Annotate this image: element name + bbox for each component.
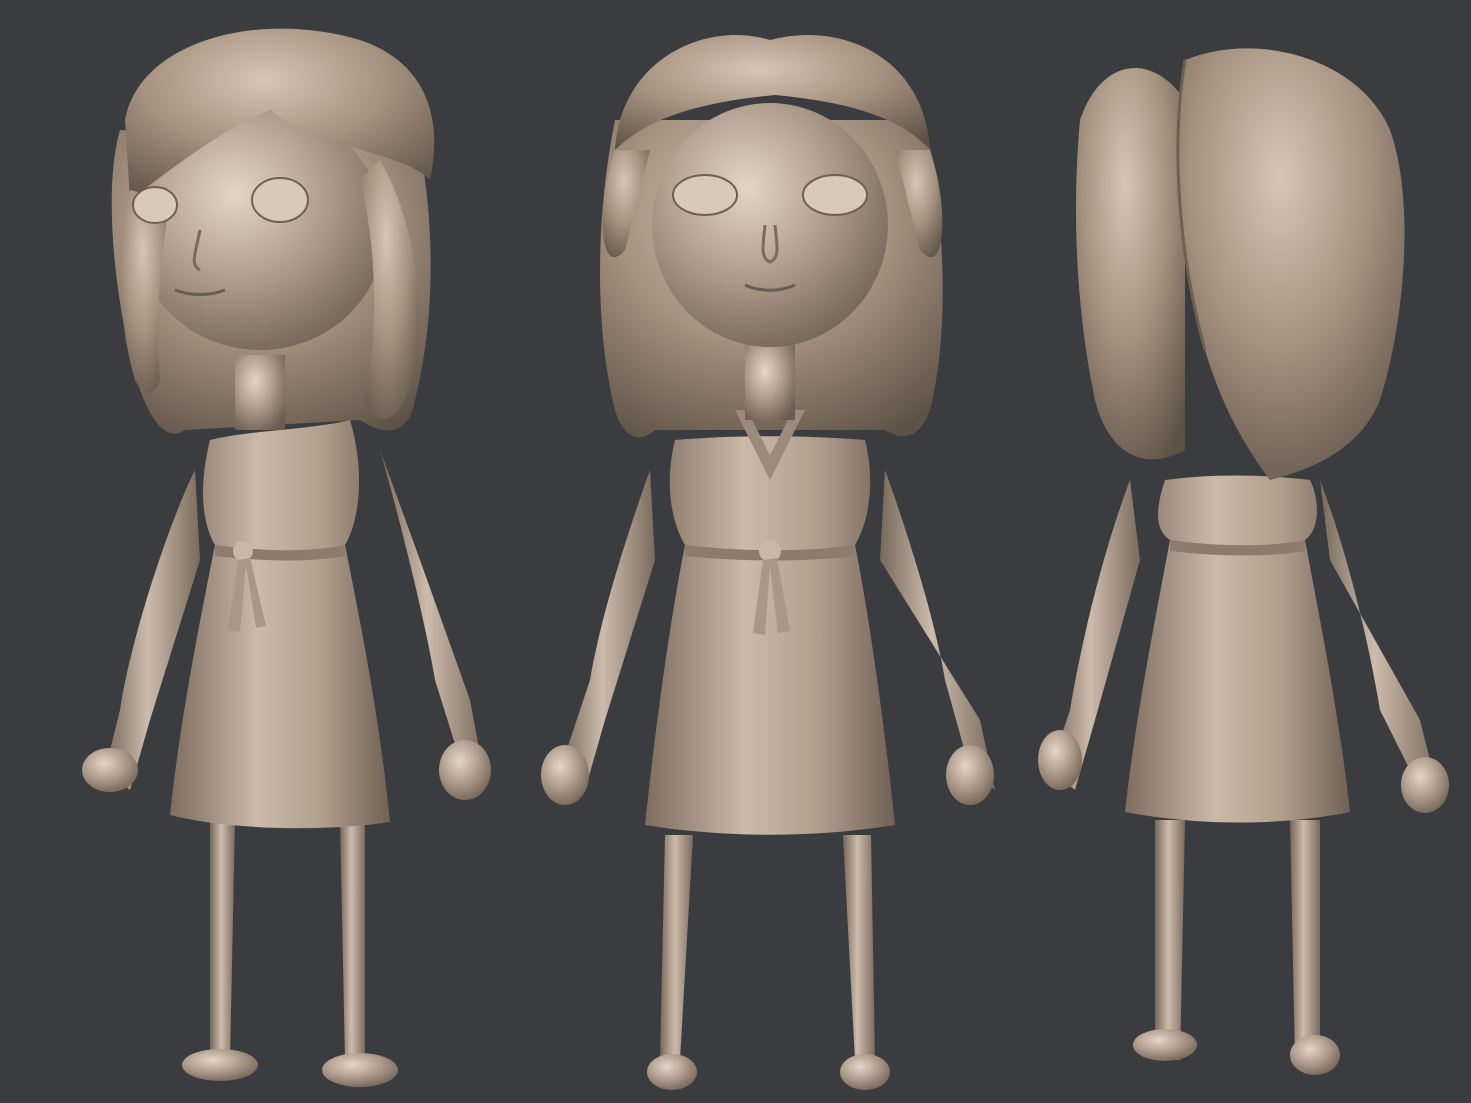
hair-back-left-lobe xyxy=(1075,67,1185,460)
left-shoe xyxy=(647,1054,697,1090)
left-eye xyxy=(672,174,738,216)
left-leg xyxy=(1155,820,1185,1060)
right-hand xyxy=(946,745,994,805)
belt-bow xyxy=(759,540,781,562)
right-eye xyxy=(251,177,309,223)
right-arm xyxy=(380,450,485,780)
dress xyxy=(170,420,390,829)
left-leg xyxy=(210,820,235,1060)
left-arm xyxy=(560,470,655,790)
right-leg xyxy=(1290,820,1320,1060)
left-eye xyxy=(132,186,178,224)
right-shoe xyxy=(322,1053,398,1087)
right-leg xyxy=(843,835,875,1060)
right-shoe xyxy=(840,1054,890,1090)
hair-back-right-lobe xyxy=(1177,48,1405,480)
right-eye xyxy=(802,174,868,216)
sculpt-turnaround-canvas xyxy=(0,0,1471,1103)
neck xyxy=(235,355,285,430)
right-leg xyxy=(340,820,365,1060)
right-hand xyxy=(439,740,491,800)
left-shoe xyxy=(182,1049,258,1081)
dress xyxy=(1125,475,1350,823)
head xyxy=(652,103,888,347)
right-shoe xyxy=(1290,1035,1340,1075)
left-hand xyxy=(82,748,138,792)
right-hand xyxy=(1401,757,1449,813)
dress xyxy=(645,436,895,835)
back-view-figure xyxy=(1020,0,1471,1103)
neck xyxy=(745,345,795,420)
front-view-figure xyxy=(525,0,1015,1103)
three-quarter-view-figure xyxy=(60,0,510,1103)
left-hand xyxy=(541,745,589,805)
right-arm xyxy=(880,470,995,790)
left-leg xyxy=(660,835,693,1060)
left-shoe xyxy=(1133,1029,1197,1061)
left-hand xyxy=(1038,730,1082,790)
